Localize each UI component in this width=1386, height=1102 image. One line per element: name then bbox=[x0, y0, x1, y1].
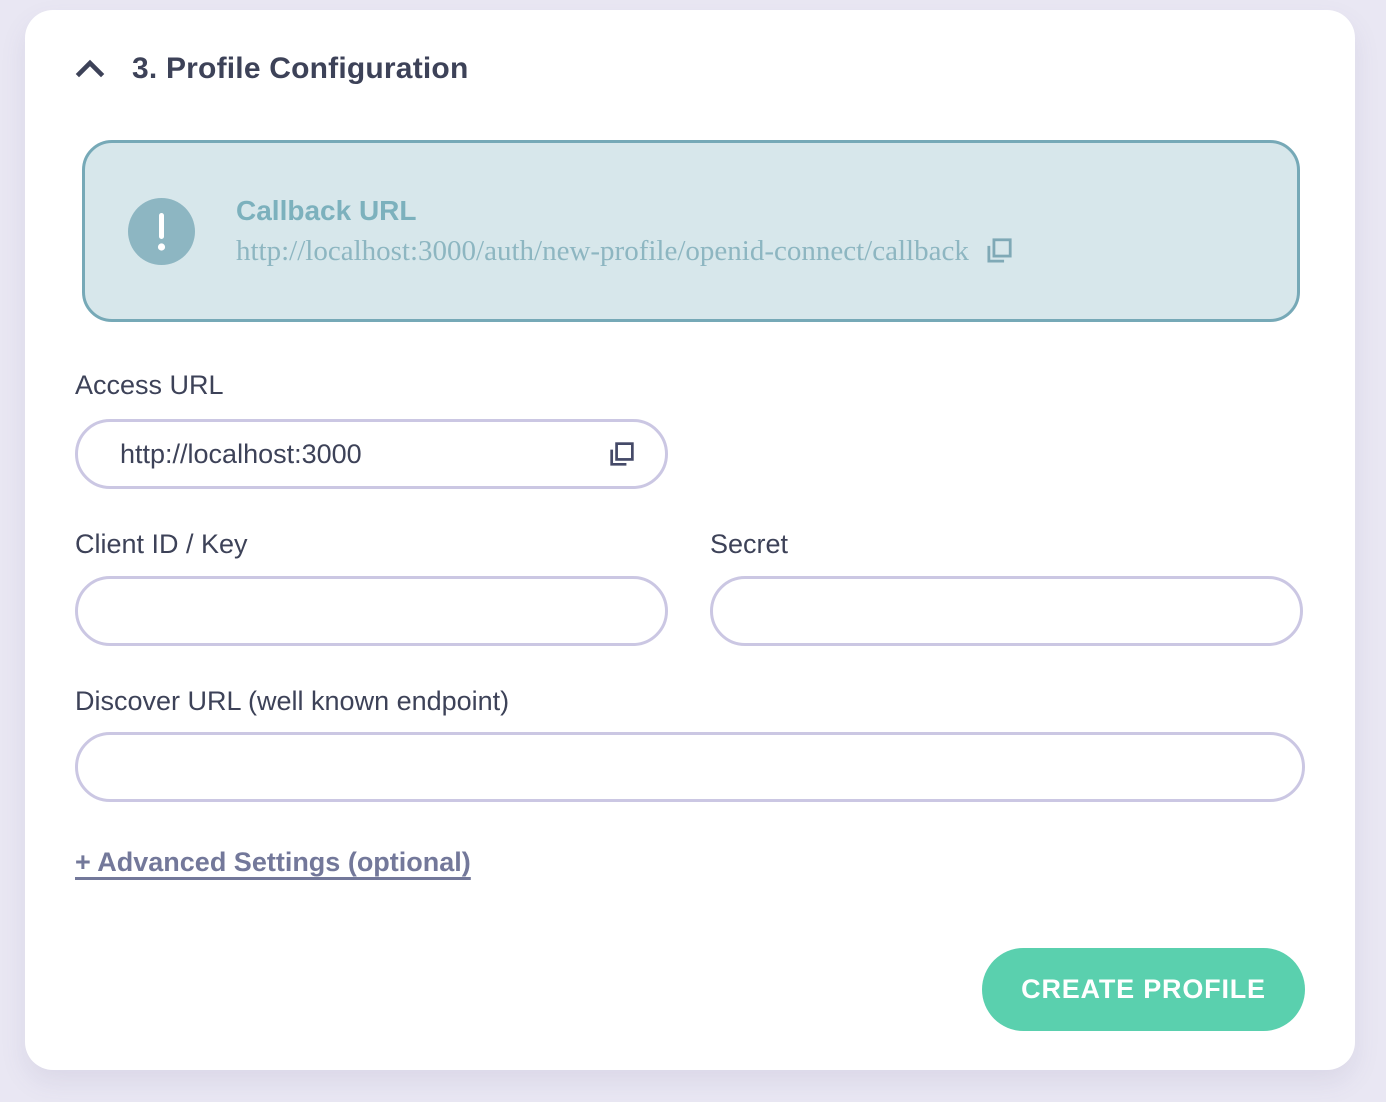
discover-url-input[interactable] bbox=[78, 735, 1302, 799]
copy-icon bbox=[606, 439, 637, 470]
secret-label: Secret bbox=[710, 529, 1303, 560]
chevron-up-icon bbox=[75, 58, 105, 80]
create-profile-button[interactable]: CREATE PROFILE bbox=[982, 948, 1305, 1031]
client-id-label: Client ID / Key bbox=[75, 529, 668, 560]
page-title: 3. Profile Configuration bbox=[132, 52, 468, 86]
section-header: 3. Profile Configuration bbox=[75, 52, 1305, 86]
copy-callback-url-button[interactable] bbox=[983, 235, 1015, 267]
profile-configuration-card: 3. Profile Configuration Callback URL ht… bbox=[25, 10, 1355, 1070]
exclamation-icon bbox=[128, 198, 195, 265]
access-url-input[interactable] bbox=[78, 422, 606, 486]
callback-url-label: Callback URL bbox=[236, 195, 1015, 227]
callback-url-info: Callback URL http://localhost:3000/auth/… bbox=[236, 195, 1015, 268]
client-id-column: Client ID / Key bbox=[75, 529, 668, 646]
copy-access-url-button[interactable] bbox=[606, 439, 637, 470]
secret-input[interactable] bbox=[713, 579, 1300, 643]
callback-url-banner: Callback URL http://localhost:3000/auth/… bbox=[82, 140, 1300, 322]
discover-url-label: Discover URL (well known endpoint) bbox=[75, 686, 1305, 717]
actions-row: CREATE PROFILE bbox=[75, 948, 1305, 1031]
client-id-field-container bbox=[75, 576, 668, 646]
access-url-field-container bbox=[75, 419, 668, 489]
client-id-input[interactable] bbox=[78, 579, 665, 643]
secret-column: Secret bbox=[710, 529, 1303, 646]
secret-field-container bbox=[710, 576, 1303, 646]
advanced-settings-link[interactable]: + Advanced Settings (optional) bbox=[75, 847, 471, 878]
callback-url-value: http://localhost:3000/auth/new-profile/o… bbox=[236, 235, 969, 268]
collapse-section-button[interactable] bbox=[75, 58, 105, 80]
discover-url-field-container bbox=[75, 732, 1305, 802]
credentials-row: Client ID / Key Secret bbox=[75, 529, 1305, 646]
access-url-label: Access URL bbox=[75, 370, 1305, 401]
copy-icon bbox=[983, 235, 1015, 267]
